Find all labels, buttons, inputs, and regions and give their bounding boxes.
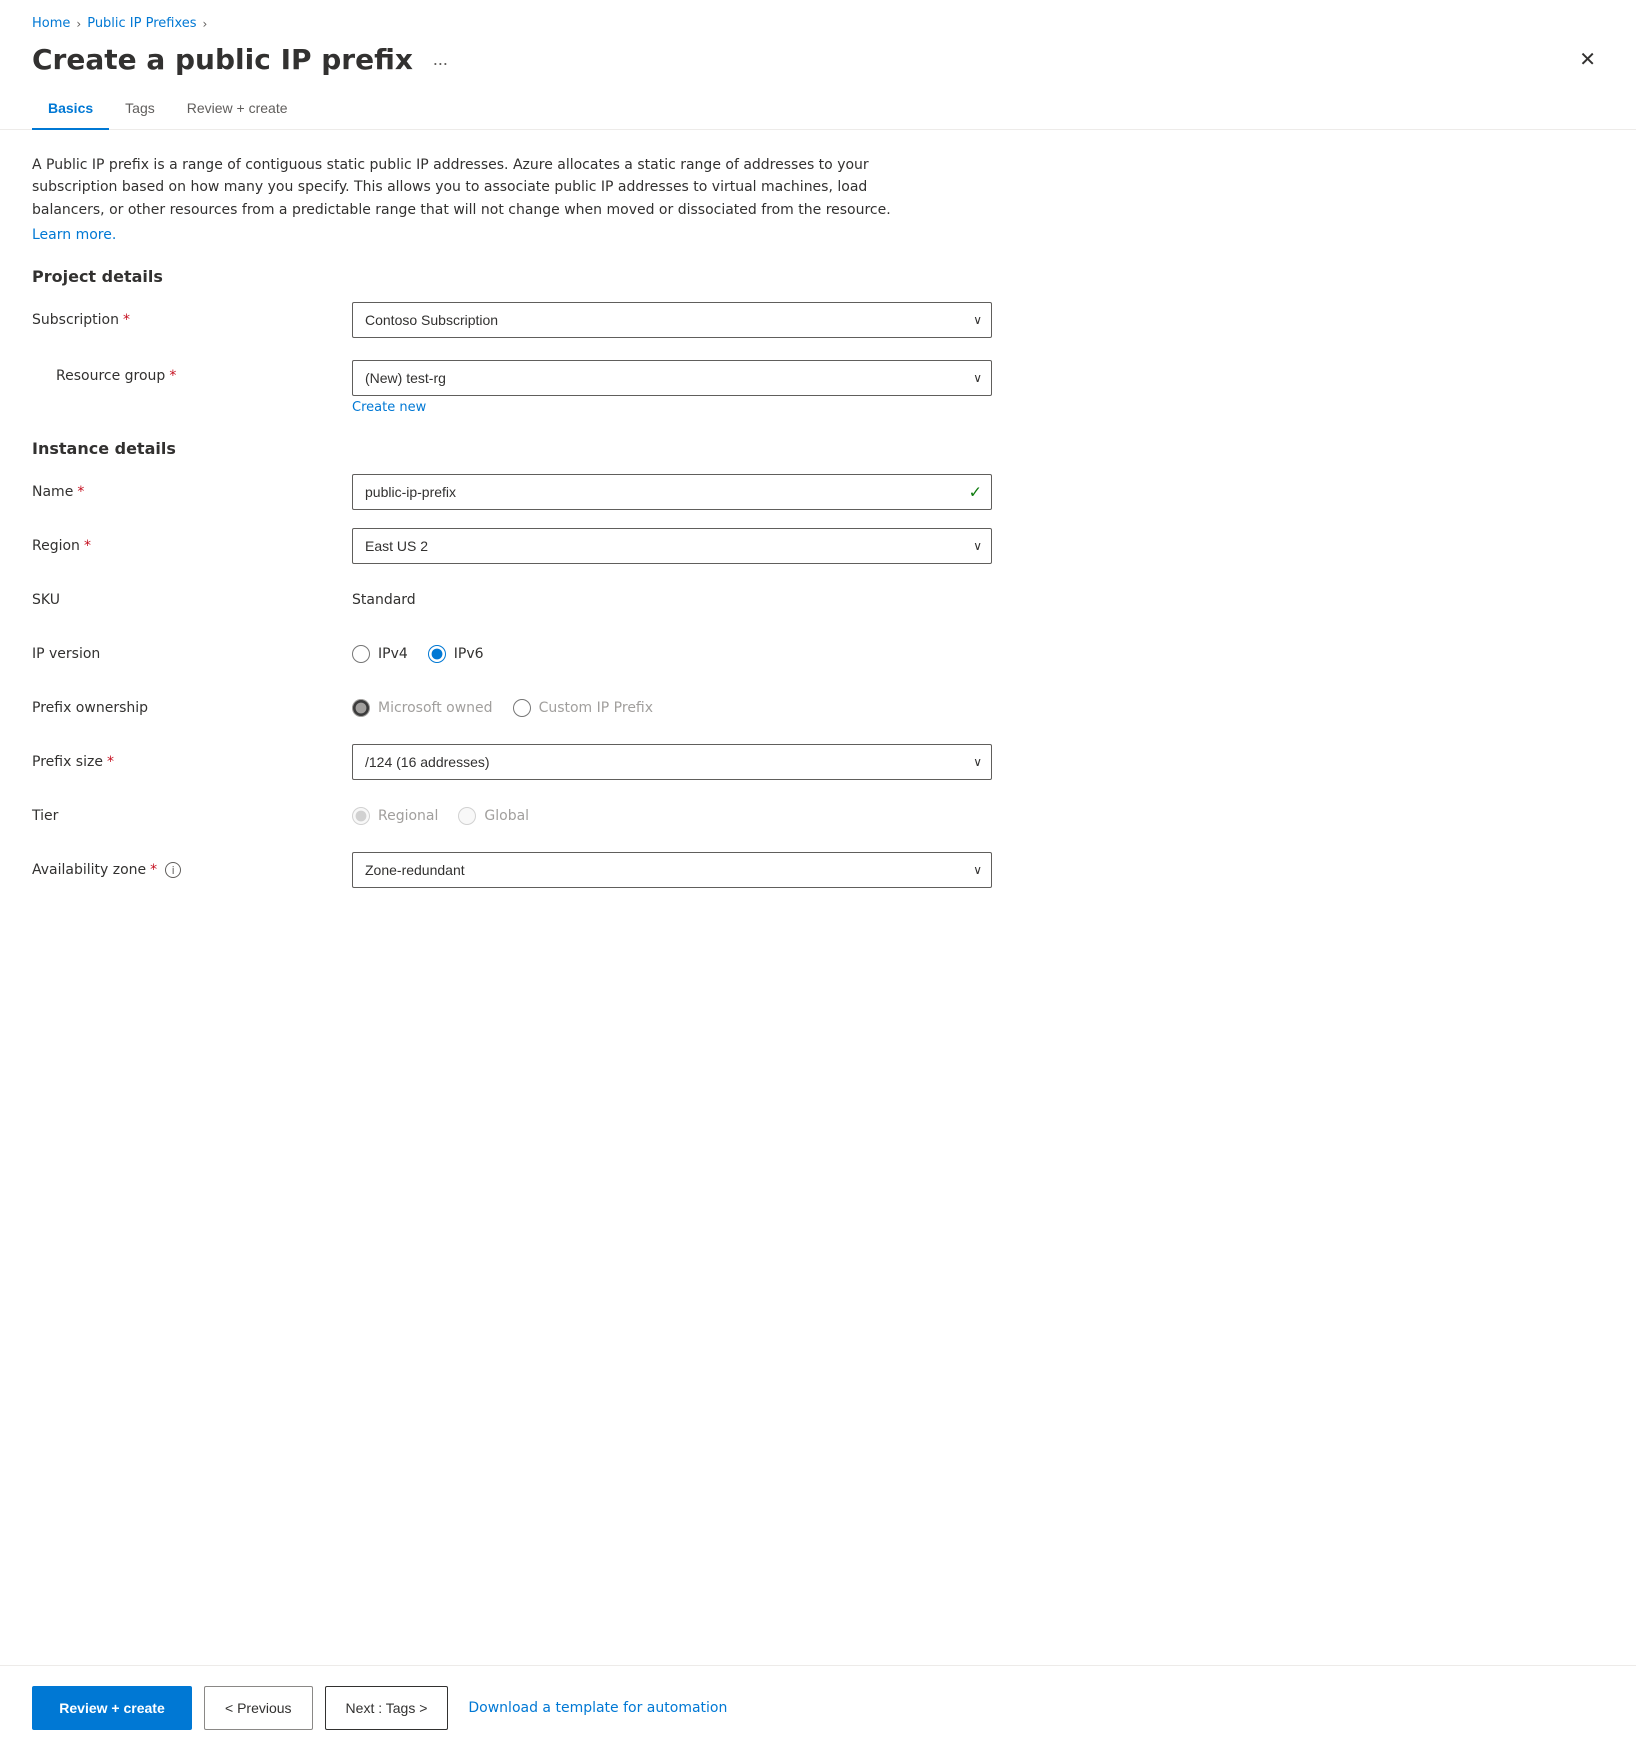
availability-zone-row: Availability zone * i Zone-redundant ∨ — [32, 852, 1604, 888]
prefix-size-required: * — [107, 754, 114, 770]
review-create-button[interactable]: Review + create — [32, 1686, 192, 1730]
name-input[interactable] — [352, 474, 992, 510]
subscription-select-wrapper: Contoso Subscription ∨ — [352, 302, 992, 338]
prefix-size-select[interactable]: /124 (16 addresses) — [352, 744, 992, 780]
prefix-size-row: Prefix size * /124 (16 addresses) ∨ — [32, 744, 1604, 780]
ipv4-label[interactable]: IPv4 — [378, 646, 408, 662]
main-content: A Public IP prefix is a range of contigu… — [0, 154, 1636, 1286]
create-new-link[interactable]: Create new — [352, 400, 992, 415]
header: Create a public IP prefix ... ✕ — [0, 39, 1636, 92]
breadcrumb-sep-2: › — [203, 17, 208, 31]
global-label[interactable]: Global — [484, 808, 529, 824]
region-select-wrapper: East US 2 ∨ — [352, 528, 992, 564]
microsoft-owned-radio[interactable] — [352, 699, 370, 717]
tier-control: Regional Global — [352, 807, 992, 825]
previous-button[interactable]: < Previous — [204, 1686, 313, 1730]
breadcrumb-parent[interactable]: Public IP Prefixes — [87, 16, 196, 31]
ip-version-ipv6-option[interactable]: IPv6 — [428, 645, 484, 663]
ipv4-radio[interactable] — [352, 645, 370, 663]
resource-group-select-wrapper: (New) test-rg ∨ — [352, 360, 992, 396]
sku-label: SKU — [32, 592, 352, 608]
availability-zone-required: * — [150, 862, 157, 878]
ip-version-radio-group: IPv4 IPv6 — [352, 645, 992, 663]
download-template-link[interactable]: Download a template for automation — [468, 1700, 727, 1716]
name-row: Name * ✓ — [32, 474, 1604, 510]
availability-zone-select[interactable]: Zone-redundant — [352, 852, 992, 888]
ipv6-label[interactable]: IPv6 — [454, 646, 484, 662]
ip-version-ipv4-option[interactable]: IPv4 — [352, 645, 408, 663]
tier-global-option[interactable]: Global — [458, 807, 529, 825]
tier-label: Tier — [32, 808, 352, 824]
name-input-wrapper: ✓ — [352, 474, 992, 510]
description-text: A Public IP prefix is a range of contigu… — [32, 154, 932, 221]
section-project-details: Project details — [32, 267, 1604, 286]
tab-review-create[interactable]: Review + create — [171, 92, 304, 130]
header-left: Create a public IP prefix ... — [32, 43, 456, 76]
prefix-ownership-row: Prefix ownership Microsoft owned Custom … — [32, 690, 1604, 726]
region-control: East US 2 ∨ — [352, 528, 992, 564]
resource-group-label-text: Resource group — [56, 368, 165, 384]
resource-group-select[interactable]: (New) test-rg — [352, 360, 992, 396]
breadcrumb-sep-1: › — [76, 17, 81, 31]
region-row: Region * East US 2 ∨ — [32, 528, 1604, 564]
section-instance-details: Instance details — [32, 439, 1604, 458]
page-title: Create a public IP prefix — [32, 43, 413, 76]
name-control: ✓ — [352, 474, 992, 510]
breadcrumb-home[interactable]: Home — [32, 16, 70, 31]
resource-group-row: Resource group * (New) test-rg ∨ Create … — [32, 356, 1604, 415]
subscription-row: Subscription * Contoso Subscription ∨ — [32, 302, 1604, 338]
prefix-ownership-label: Prefix ownership — [32, 700, 352, 716]
prefix-ownership-control: Microsoft owned Custom IP Prefix — [352, 699, 992, 717]
microsoft-owned-label[interactable]: Microsoft owned — [378, 700, 493, 716]
sku-row: SKU Standard — [32, 582, 1604, 618]
tier-regional-option[interactable]: Regional — [352, 807, 438, 825]
tier-radio-group: Regional Global — [352, 807, 992, 825]
breadcrumb: Home › Public IP Prefixes › — [0, 0, 1636, 39]
sku-value: Standard — [352, 592, 992, 608]
prefix-ownership-radio-group: Microsoft owned Custom IP Prefix — [352, 699, 992, 717]
ip-version-label: IP version — [32, 646, 352, 662]
resource-group-control: (New) test-rg ∨ Create new — [352, 360, 992, 415]
resource-group-label-wrapper: Resource group * — [32, 360, 352, 384]
subscription-label: Subscription * — [32, 312, 352, 328]
footer: Review + create < Previous Next : Tags >… — [0, 1665, 1636, 1750]
name-required: * — [77, 484, 84, 500]
microsoft-owned-option[interactable]: Microsoft owned — [352, 699, 493, 717]
custom-ip-prefix-option[interactable]: Custom IP Prefix — [513, 699, 653, 717]
tab-basics[interactable]: Basics — [32, 92, 109, 130]
name-label: Name * — [32, 484, 352, 500]
next-button[interactable]: Next : Tags > — [325, 1686, 449, 1730]
availability-zone-info-icon[interactable]: i — [165, 862, 181, 878]
global-radio[interactable] — [458, 807, 476, 825]
availability-zone-control: Zone-redundant ∨ — [352, 852, 992, 888]
close-button[interactable]: ✕ — [1571, 43, 1604, 76]
regional-label[interactable]: Regional — [378, 808, 438, 824]
ellipsis-button[interactable]: ... — [425, 45, 456, 74]
availability-zone-select-wrapper: Zone-redundant ∨ — [352, 852, 992, 888]
tabs-container: Basics Tags Review + create — [0, 92, 1636, 130]
ip-version-control: IPv4 IPv6 — [352, 645, 992, 663]
regional-radio[interactable] — [352, 807, 370, 825]
region-label: Region * — [32, 538, 352, 554]
resource-group-required: * — [169, 368, 176, 384]
custom-ip-prefix-label[interactable]: Custom IP Prefix — [539, 700, 653, 716]
ip-version-row: IP version IPv4 IPv6 — [32, 636, 1604, 672]
name-check-icon: ✓ — [969, 483, 982, 502]
custom-ip-prefix-radio[interactable] — [513, 699, 531, 717]
tab-tags[interactable]: Tags — [109, 92, 171, 130]
tier-row: Tier Regional Global — [32, 798, 1604, 834]
availability-zone-label: Availability zone * i — [32, 862, 352, 878]
prefix-size-select-wrapper: /124 (16 addresses) ∨ — [352, 744, 992, 780]
subscription-control: Contoso Subscription ∨ — [352, 302, 992, 338]
prefix-size-label: Prefix size * — [32, 754, 352, 770]
prefix-size-control: /124 (16 addresses) ∨ — [352, 744, 992, 780]
ipv6-radio[interactable] — [428, 645, 446, 663]
region-required: * — [84, 538, 91, 554]
subscription-select[interactable]: Contoso Subscription — [352, 302, 992, 338]
subscription-required: * — [123, 312, 130, 328]
region-select[interactable]: East US 2 — [352, 528, 992, 564]
learn-more-link[interactable]: Learn more. — [32, 227, 116, 243]
